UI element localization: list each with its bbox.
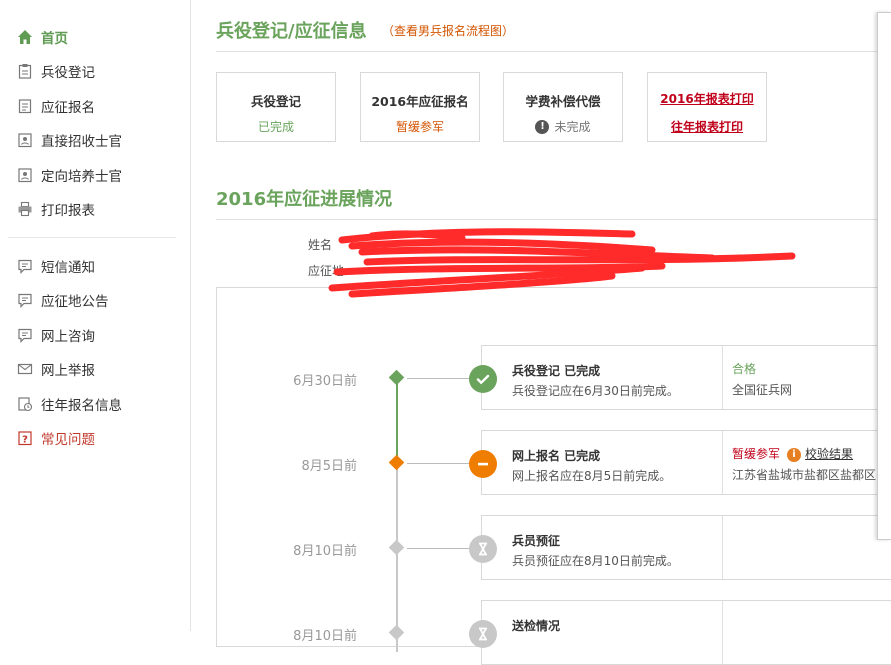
question-icon: ? xyxy=(16,429,34,447)
card-title: 学费补偿代偿 xyxy=(525,94,601,109)
sidebar-divider xyxy=(8,237,176,238)
sidebar-item-label: 常见问题 xyxy=(41,432,95,448)
sidebar-item-label: 应征报名 xyxy=(41,100,95,116)
hourglass-icon xyxy=(469,620,497,648)
step-date: 8月5日前 xyxy=(301,459,357,474)
step-card-online: 网上报名 已完成 网上报名应在8月5日前完成。 暂缓参军 i 校验结果 江苏省盐城市… xyxy=(481,430,891,495)
id-card-icon xyxy=(16,166,34,184)
sidebar-item-label: 短信通知 xyxy=(41,260,95,276)
step-desc: 兵役登记应在6月30日前完成。 xyxy=(512,384,679,398)
sidebar-item-label: 网上举报 xyxy=(41,363,95,379)
chat-icon xyxy=(16,291,34,309)
svg-text:?: ? xyxy=(22,435,28,446)
timeline-line-done xyxy=(396,377,398,462)
page-title: 兵役登记/应征信息 xyxy=(216,21,367,42)
sidebar-item-consult[interactable]: 网上咨询 xyxy=(16,323,95,347)
card-status: 已完成 xyxy=(257,120,294,134)
sidebar-item-label: 往年报名信息 xyxy=(41,398,122,414)
step-name: 兵役登记 已完成 xyxy=(512,364,601,378)
id-card-icon xyxy=(16,131,34,149)
home-icon xyxy=(16,28,34,46)
title-divider xyxy=(216,51,891,52)
card-registration: 兵役登记 已完成 xyxy=(216,72,336,142)
timeline-node xyxy=(388,369,405,386)
check-icon xyxy=(469,365,497,393)
connector xyxy=(407,378,469,379)
sidebar-item-label: 打印报表 xyxy=(41,203,95,219)
sidebar-item-label: 兵役登记 xyxy=(41,65,95,81)
step-result: 合格 xyxy=(732,362,757,376)
sidebar-item-enlist[interactable]: 应征报名 xyxy=(16,94,95,118)
main-content: 兵役登记/应征信息 （查看男兵报名流程图） 兵役登记 已完成 2016年应征报名… xyxy=(192,0,891,665)
progress-divider xyxy=(216,219,891,220)
card-status-row: ! 未完成 xyxy=(504,118,622,135)
card-print: 2016年报表打印 往年报表打印 xyxy=(647,72,767,142)
info-location-line: 应征地 xyxy=(308,264,345,278)
sidebar-item-print[interactable]: 打印报表 xyxy=(16,197,95,221)
card-enlist: 2016年应征报名 暂缓参军 xyxy=(360,72,480,142)
form-icon xyxy=(16,97,34,115)
timeline-panel: 6月30日前 兵役登记 已完成 兵役登记应在6月30日前完成。 合格 全国征兵网… xyxy=(216,287,891,665)
timeline-node xyxy=(388,539,405,556)
connector xyxy=(407,463,469,464)
clipboard-icon xyxy=(16,62,34,80)
step-date: 8月10日前 xyxy=(293,629,357,644)
flow-chart-link[interactable]: （查看男兵报名流程图） xyxy=(382,22,514,39)
step-date: 8月10日前 xyxy=(293,544,357,559)
print-2016-link[interactable]: 2016年报表打印 xyxy=(648,90,766,107)
sidebar-item-report[interactable]: 网上举报 xyxy=(16,357,95,381)
card-status: 未完成 xyxy=(554,120,591,134)
chat-icon xyxy=(16,326,34,344)
step-name: 网上报名 已完成 xyxy=(512,449,601,463)
print-history-link[interactable]: 往年报表打印 xyxy=(648,118,766,135)
step-result: 暂缓参军 xyxy=(732,447,781,461)
side-panel-edge xyxy=(877,12,891,540)
sidebar-item-label: 应征地公告 xyxy=(41,294,109,310)
card-title: 兵役登记 xyxy=(250,94,301,109)
connector xyxy=(407,548,469,549)
progress-title: 2016年应征进展情况 xyxy=(216,189,393,210)
timeline-node xyxy=(388,454,405,471)
sidebar-item-history[interactable]: 往年报名信息 xyxy=(16,392,122,416)
sidebar: 首页 兵役登记 应征报名 直接招收士官 定向培养士官 打印报表 短信通知 应征地… xyxy=(0,0,191,631)
redaction-scribble xyxy=(328,228,796,298)
sidebar-item-oriented-nco[interactable]: 定向培养士官 xyxy=(16,163,122,187)
step-card-inspection: 送检情况 xyxy=(481,600,891,665)
mail-icon xyxy=(16,360,34,378)
minus-icon xyxy=(469,450,497,478)
card-title: 2016年应征报名 xyxy=(371,94,469,109)
step-desc: 网上报名应在8月5日前完成。 xyxy=(512,469,672,483)
printer-icon xyxy=(16,200,34,218)
sidebar-item-registration[interactable]: 兵役登记 xyxy=(16,59,95,83)
sidebar-item-label: 首页 xyxy=(41,31,68,47)
step-org: 江苏省盐城市盐都区盐都区... xyxy=(732,468,888,482)
sidebar-item-label: 直接招收士官 xyxy=(41,134,122,150)
step-date: 6月30日前 xyxy=(293,374,357,389)
step-card-pre-recruit: 兵员预征 兵员预征应在8月10日前完成。 xyxy=(481,515,891,580)
sidebar-item-faq[interactable]: ? 常见问题 xyxy=(16,426,95,450)
sidebar-item-sms[interactable]: 短信通知 xyxy=(16,254,95,278)
sidebar-item-notice[interactable]: 应征地公告 xyxy=(16,288,109,312)
step-name: 兵员预征 xyxy=(512,534,561,548)
info-icon: i xyxy=(787,447,802,462)
step-card-registration: 兵役登记 已完成 兵役登记应在6月30日前完成。 合格 全国征兵网 xyxy=(481,345,891,410)
sidebar-item-home[interactable]: 首页 xyxy=(16,25,68,49)
timeline-node xyxy=(388,624,405,641)
timeline-line-pending xyxy=(396,462,398,652)
step-org: 全国征兵网 xyxy=(732,383,793,397)
sidebar-item-label: 网上咨询 xyxy=(41,329,95,345)
step-desc: 兵员预征应在8月10日前完成。 xyxy=(512,554,679,568)
sidebar-item-direct-nco[interactable]: 直接招收士官 xyxy=(16,128,122,152)
sidebar-item-label: 定向培养士官 xyxy=(41,169,122,185)
card-status: 暂缓参军 xyxy=(395,120,444,134)
info-name-line: 姓名 xyxy=(308,238,333,252)
card-tuition: 学费补偿代偿 ! 未完成 xyxy=(503,72,623,142)
history-icon xyxy=(16,395,34,413)
step-name: 送检情况 xyxy=(512,619,561,633)
verify-result-link[interactable]: 校验结果 xyxy=(805,447,853,461)
exclamation-icon: ! xyxy=(535,119,550,134)
hourglass-icon xyxy=(469,535,497,563)
chat-icon xyxy=(16,257,34,275)
